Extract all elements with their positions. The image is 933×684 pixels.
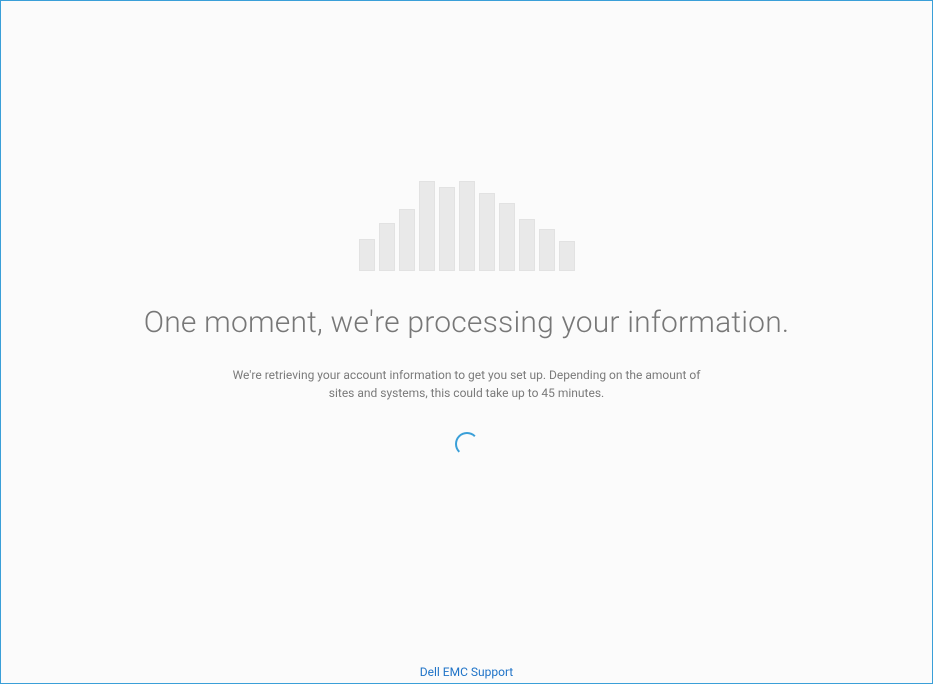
loading-heading: One moment, we're processing your inform… — [144, 305, 790, 340]
footer: Dell EMC Support — [1, 655, 932, 683]
graphic-bar — [359, 239, 375, 271]
graphic-bar — [439, 187, 455, 271]
support-link[interactable]: Dell EMC Support — [420, 665, 513, 679]
graphic-bar — [419, 181, 435, 271]
graphic-bar — [459, 181, 475, 271]
graphic-bar — [379, 223, 395, 271]
loading-panel: One moment, we're processing your inform… — [1, 1, 932, 655]
cloud-bars-graphic — [359, 181, 575, 271]
spinner-icon — [455, 432, 479, 456]
app-frame: One moment, we're processing your inform… — [0, 0, 933, 684]
loading-subtext-line1: We're retrieving your account informatio… — [233, 366, 701, 384]
loading-subtext: We're retrieving your account informatio… — [233, 366, 701, 402]
graphic-bar — [519, 219, 535, 271]
graphic-bar — [539, 229, 555, 271]
loading-subtext-line2: sites and systems, this could take up to… — [233, 384, 701, 402]
graphic-bar — [479, 193, 495, 271]
graphic-bar — [559, 241, 575, 271]
graphic-bar — [499, 203, 515, 271]
graphic-bar — [399, 209, 415, 271]
